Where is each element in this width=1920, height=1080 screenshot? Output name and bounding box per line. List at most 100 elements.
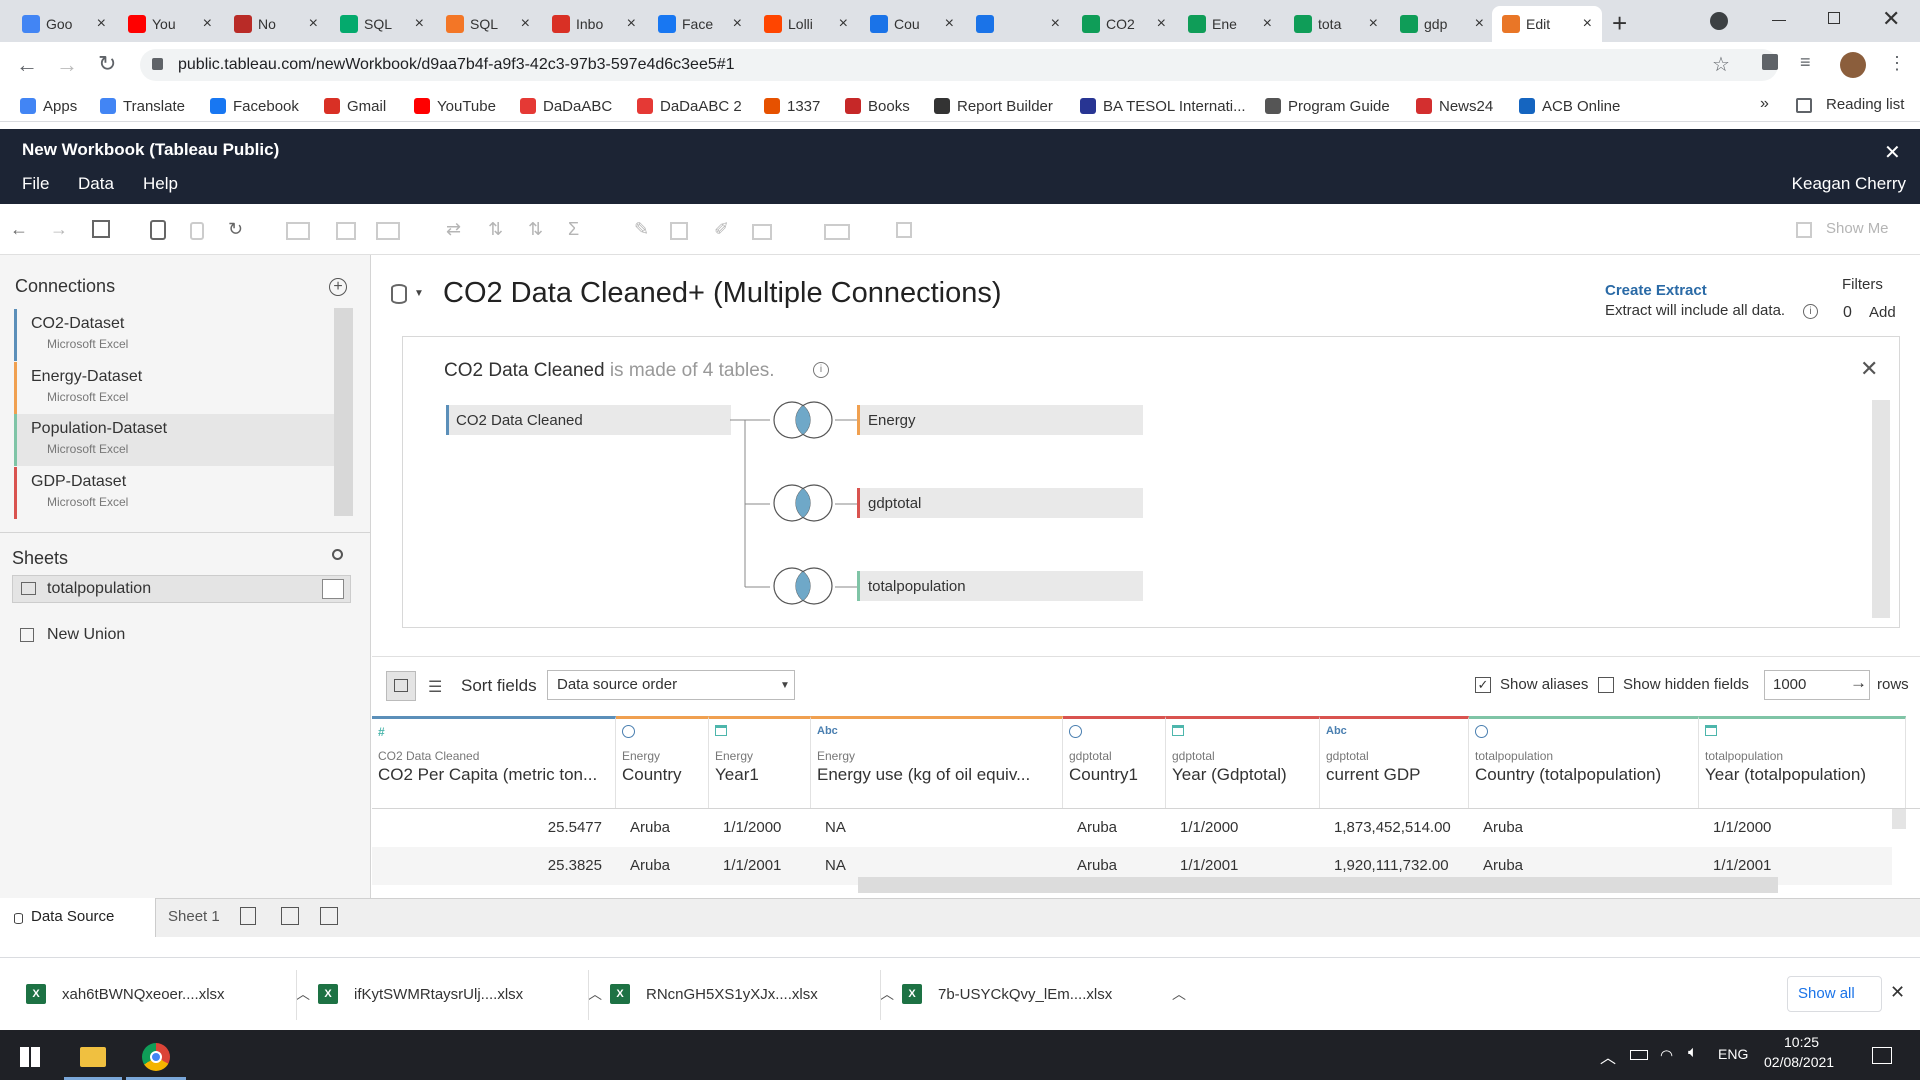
presentation-icon[interactable] [896, 222, 912, 238]
field-type-icon[interactable] [1172, 725, 1319, 743]
tab-close-icon[interactable]: × [1583, 15, 1592, 33]
bookmark-item[interactable]: DaDaABC 2 [637, 96, 742, 116]
battery-icon[interactable] [1630, 1050, 1648, 1060]
browser-tab[interactable]: gdp × [1390, 6, 1494, 42]
clear-icon[interactable] [376, 222, 400, 240]
bookmark-star-icon[interactable]: ☆ [1712, 52, 1730, 77]
show-aliases-label[interactable]: Show aliases [1500, 676, 1588, 693]
bookmark-item[interactable]: Apps [20, 96, 77, 116]
field-name[interactable]: Year1 [715, 765, 810, 785]
download-filename[interactable]: 7b-USYCkQvy_lEm....xlsx [938, 986, 1138, 1003]
tab-close-icon[interactable]: × [945, 15, 954, 33]
bookmark-item[interactable]: Program Guide [1265, 96, 1390, 116]
bookmark-item[interactable]: Gmail [324, 96, 386, 116]
bookmark-item[interactable]: Facebook [210, 96, 299, 116]
grid-column-header[interactable]: totalpopulation Year (totalpopulation) [1699, 716, 1906, 808]
field-type-icon[interactable] [1705, 725, 1905, 743]
save-icon[interactable] [92, 220, 110, 238]
extensions-icon[interactable] [1762, 54, 1778, 70]
reading-list-label[interactable]: Reading list [1826, 96, 1904, 113]
connection-item[interactable]: Population-Dataset Microsoft Excel [14, 414, 334, 466]
field-type-icon[interactable]: # [378, 725, 615, 743]
back-icon[interactable]: ← [16, 52, 38, 78]
menu-file[interactable]: File [22, 174, 49, 194]
connection-name[interactable]: CO2-Dataset [31, 315, 334, 333]
new-tab-button[interactable]: + [1612, 8, 1627, 39]
grid-column-header[interactable]: Energy Year1 [709, 716, 811, 808]
browser-tab[interactable]: No × [224, 6, 328, 42]
joined-table-label[interactable]: gdptotal [868, 495, 921, 512]
join-venn-icon[interactable] [770, 566, 836, 606]
profile-avatar[interactable] [1840, 52, 1866, 78]
show-me-icon[interactable] [1796, 222, 1812, 238]
info-icon[interactable]: i [1803, 304, 1818, 319]
browser-tab[interactable]: Cou × [860, 6, 964, 42]
media-control-icon[interactable]: ≡ [1800, 52, 1811, 73]
connection-item[interactable]: GDP-Dataset Microsoft Excel [14, 467, 334, 519]
new-worksheet-icon[interactable] [286, 222, 310, 240]
tab-close-icon[interactable]: × [309, 15, 318, 33]
summary-info-icon[interactable]: i [813, 362, 829, 378]
sheets-search-icon[interactable] [332, 549, 343, 560]
new-sheet-icon[interactable] [240, 907, 256, 925]
reading-list-icon[interactable] [1796, 98, 1812, 113]
sheet-name[interactable]: totalpopulation [47, 580, 151, 598]
show-hidden-label[interactable]: Show hidden fields [1623, 676, 1749, 693]
connections-scrollbar[interactable] [334, 308, 353, 516]
grid-column-header[interactable]: gdptotal Country1 [1063, 716, 1166, 808]
show-all-label[interactable]: Show all [1798, 985, 1855, 1002]
window-close-icon[interactable]: ✕ [1882, 6, 1900, 32]
datasource-title[interactable]: CO2 Data Cleaned+ (Multiple Connections) [443, 277, 1002, 310]
download-item[interactable]: X RNcnGH5XS1yXJx....xlsx ︿ [610, 984, 894, 1004]
grid-column-header[interactable]: Energy Country [616, 716, 709, 808]
show-aliases-checkbox[interactable]: ✓ [1475, 677, 1491, 693]
tab-close-icon[interactable]: × [839, 15, 848, 33]
tab-close-icon[interactable]: × [203, 15, 212, 33]
browser-tab[interactable]: CO2 × [1072, 6, 1176, 42]
joined-table-label[interactable]: Energy [868, 412, 916, 429]
duplicate-icon[interactable] [336, 222, 356, 240]
windows-start-icon[interactable] [20, 1047, 40, 1067]
tab-search-icon[interactable] [1710, 12, 1728, 30]
download-chevron-icon[interactable]: ︿ [1172, 984, 1186, 1004]
browser-tab[interactable]: SQL × [330, 6, 434, 42]
connection-name[interactable]: GDP-Dataset [31, 473, 334, 491]
create-extract-link[interactable]: Create Extract [1605, 282, 1707, 299]
sort-descending-icon[interactable]: ⇅ [528, 218, 543, 240]
grid-column-header[interactable]: # CO2 Data Cleaned CO2 Per Capita (metric … [372, 716, 616, 808]
connection-name[interactable]: Population-Dataset [31, 420, 334, 438]
new-story-icon[interactable] [320, 907, 338, 925]
bookmark-item[interactable]: ACB Online [1519, 96, 1620, 116]
field-name[interactable]: Country (totalpopulation) [1475, 765, 1698, 785]
tab-close-icon[interactable]: × [521, 15, 530, 33]
menu-help[interactable]: Help [143, 174, 178, 194]
download-filename[interactable]: xah6tBWNQxeoer....xlsx [62, 986, 262, 1003]
tray-chevron-icon[interactable]: ︿ [1600, 1044, 1616, 1068]
swap-icon[interactable]: ⇄ [446, 218, 461, 240]
join-venn-icon[interactable] [770, 483, 836, 523]
clock-date[interactable]: 02/08/2021 [1764, 1054, 1834, 1070]
download-filename[interactable]: RNcnGH5XS1yXJx....xlsx [646, 986, 846, 1003]
show-me-button[interactable]: Show Me [1826, 220, 1889, 237]
grid-horizontal-scrollbar[interactable] [858, 877, 1778, 893]
joined-table-label[interactable]: totalpopulation [868, 578, 966, 595]
labels-icon[interactable] [670, 222, 688, 240]
rows-apply-arrow-icon[interactable]: → [1850, 673, 1867, 693]
new-data-source-icon[interactable] [150, 220, 166, 240]
bookmark-item[interactable]: News24 [1416, 96, 1493, 116]
tab-close-icon[interactable]: × [627, 15, 636, 33]
menu-data[interactable]: Data [78, 174, 114, 194]
volume-icon[interactable]: 🔈︎ [1688, 1044, 1698, 1062]
app-close-icon[interactable]: ✕ [1884, 140, 1901, 165]
tab-close-icon[interactable]: × [97, 15, 106, 33]
download-filename[interactable]: ifKytSWMRtaysrUlj....xlsx [354, 986, 554, 1003]
browser-tab[interactable]: You × [118, 6, 222, 42]
browser-tab[interactable]: Ene × [1178, 6, 1282, 42]
download-item[interactable]: Xxah6tBWNQxeoer....xlsx ︿ [26, 984, 310, 1004]
browser-tab[interactable]: × [966, 6, 1070, 42]
list-view-icon[interactable]: ☰ [428, 677, 442, 697]
bookmark-item[interactable]: 1337 [764, 96, 820, 116]
user-name[interactable]: Keagan Cherry [1792, 174, 1906, 194]
field-name[interactable]: current GDP [1326, 765, 1468, 785]
field-name[interactable]: Energy use (kg of oil equiv... [817, 765, 1062, 785]
